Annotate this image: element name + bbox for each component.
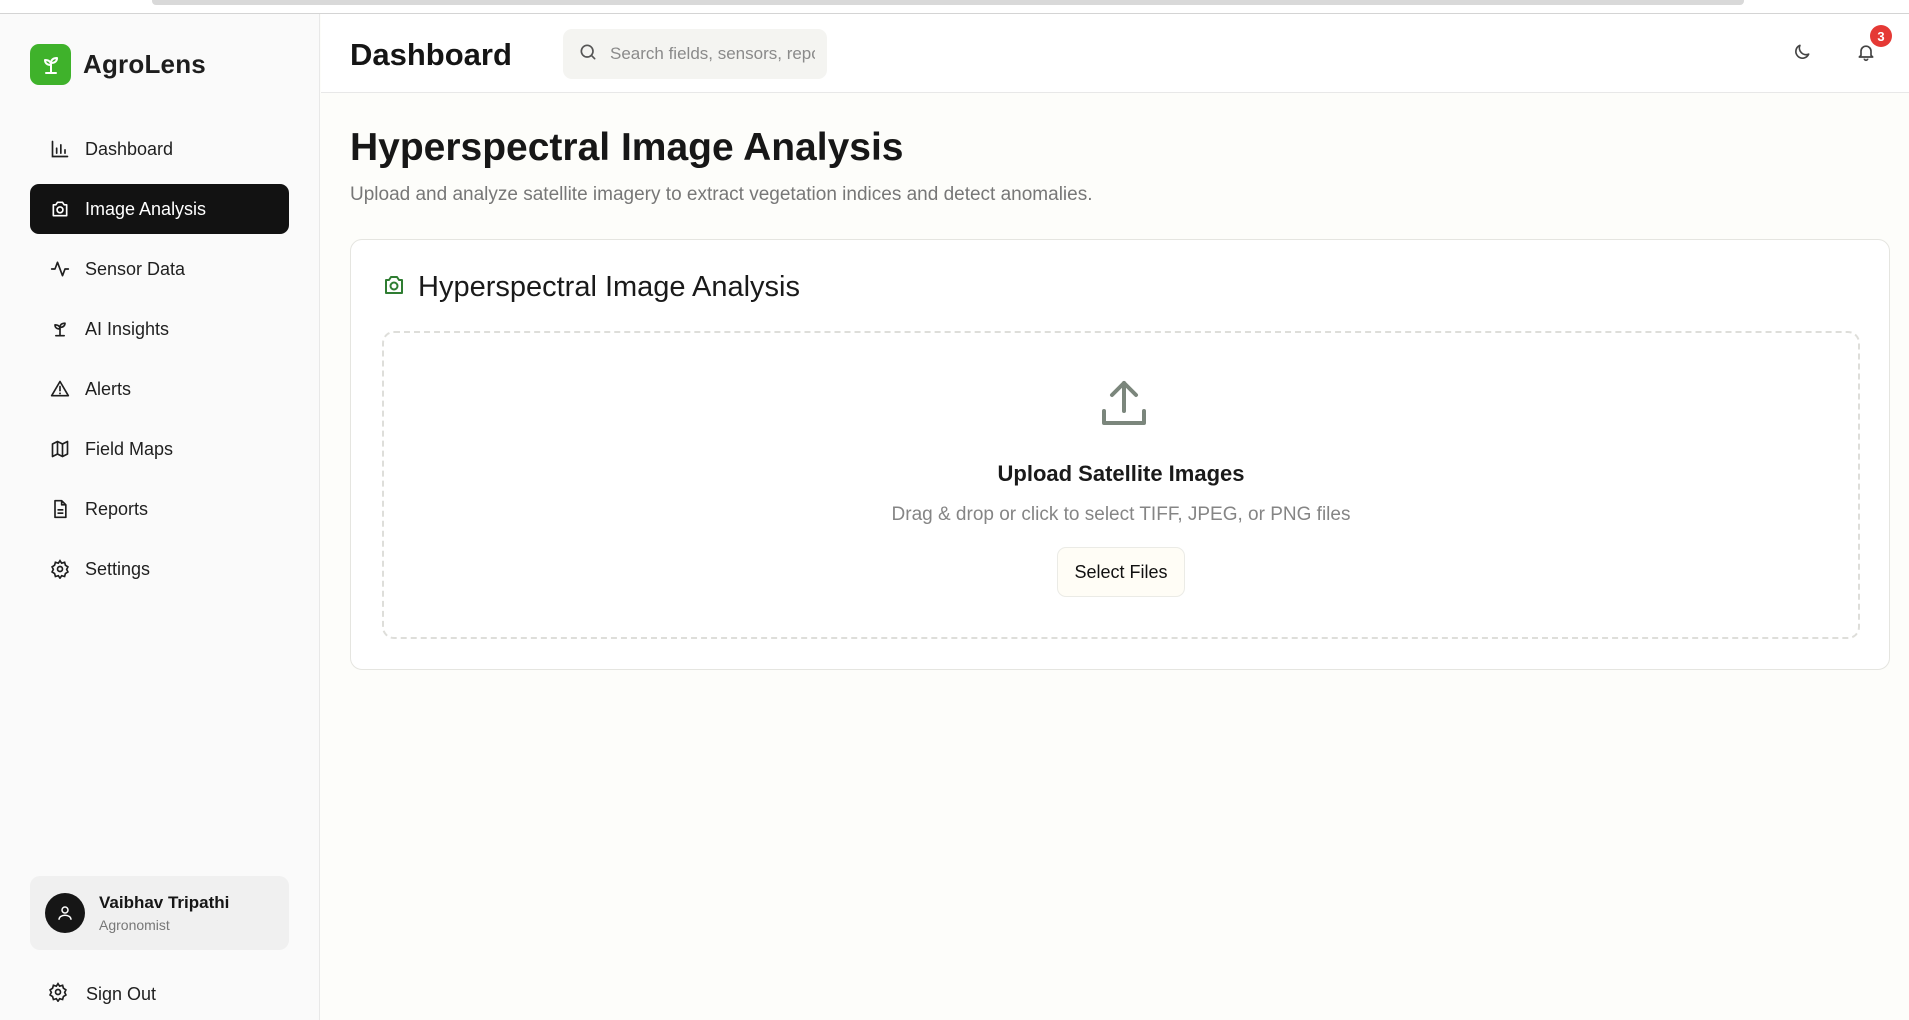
sidebar-item-label: AI Insights bbox=[85, 318, 170, 339]
camera-icon bbox=[49, 198, 71, 220]
browser-scroll-strip bbox=[0, 0, 1909, 14]
page-title: Dashboard bbox=[350, 37, 512, 72]
sidebar-nav: Dashboard Image Analysis Sensor Data AI … bbox=[30, 124, 289, 604]
gear-icon bbox=[48, 982, 68, 1007]
sprout-icon bbox=[49, 318, 71, 340]
search-box[interactable] bbox=[563, 29, 827, 79]
warning-icon bbox=[49, 378, 71, 400]
search-icon bbox=[578, 42, 598, 67]
sidebar-item-label: Dashboard bbox=[85, 138, 174, 159]
user-name: Vaibhav Tripathi bbox=[99, 893, 230, 912]
sidebar-item-alerts[interactable]: Alerts bbox=[30, 364, 289, 414]
upload-hint: Drag & drop or click to select TIFF, JPE… bbox=[891, 504, 1351, 525]
select-files-button[interactable]: Select Files bbox=[1057, 547, 1185, 597]
section-title: Hyperspectral Image Analysis bbox=[350, 126, 904, 169]
sidebar-item-label: Reports bbox=[85, 498, 149, 519]
user-role: Agronomist bbox=[99, 917, 170, 933]
upload-dropzone[interactable]: Upload Satellite Images Drag & drop or c… bbox=[382, 331, 1860, 639]
moon-icon bbox=[1792, 42, 1812, 67]
sidebar-item-label: Settings bbox=[85, 558, 151, 579]
sidebar-item-field-maps[interactable]: Field Maps bbox=[30, 424, 289, 474]
card-header: Hyperspectral Image Analysis bbox=[382, 271, 800, 304]
bell-icon bbox=[1856, 42, 1876, 67]
avatar bbox=[45, 893, 85, 933]
upload-icon bbox=[1096, 375, 1152, 431]
theme-toggle-button[interactable] bbox=[1789, 41, 1815, 67]
gear-icon bbox=[49, 558, 71, 580]
sidebar-item-dashboard[interactable]: Dashboard bbox=[30, 124, 289, 174]
sidebar-item-settings[interactable]: Settings bbox=[30, 544, 289, 594]
sidebar: AgroLens Dashboard Image Analysis Sensor… bbox=[0, 14, 320, 1020]
search-input[interactable] bbox=[610, 44, 815, 64]
sidebar-item-label: Sensor Data bbox=[85, 258, 186, 279]
user-info: Vaibhav Tripathi Agronomist bbox=[99, 893, 229, 933]
section-subtitle: Upload and analyze satellite imagery to … bbox=[350, 184, 1093, 205]
brand[interactable]: AgroLens bbox=[30, 44, 206, 85]
activity-icon bbox=[49, 258, 71, 280]
user-card[interactable]: Vaibhav Tripathi Agronomist bbox=[30, 876, 289, 950]
file-text-icon bbox=[49, 498, 71, 520]
camera-icon bbox=[382, 273, 406, 302]
browser-scrollbar[interactable] bbox=[152, 0, 1744, 5]
sidebar-item-label: Field Maps bbox=[85, 438, 174, 459]
sidebar-item-reports[interactable]: Reports bbox=[30, 484, 289, 534]
bar-chart-icon bbox=[49, 138, 71, 160]
analysis-card: Hyperspectral Image Analysis Upload Sate… bbox=[350, 239, 1890, 670]
notification-badge: 3 bbox=[1870, 25, 1892, 47]
sidebar-item-ai-insights[interactable]: AI Insights bbox=[30, 304, 289, 354]
top-header: Dashboard 3 bbox=[321, 14, 1909, 93]
sign-out-label: Sign Out bbox=[86, 984, 157, 1004]
sidebar-item-sensor-data[interactable]: Sensor Data bbox=[30, 244, 289, 294]
card-title: Hyperspectral Image Analysis bbox=[418, 271, 800, 303]
map-icon bbox=[49, 438, 71, 460]
sprout-logo-icon bbox=[30, 44, 71, 85]
brand-name: AgroLens bbox=[83, 49, 206, 79]
sign-out-button[interactable]: Sign Out bbox=[48, 982, 156, 1007]
upload-title: Upload Satellite Images bbox=[997, 461, 1245, 486]
sidebar-item-image-analysis[interactable]: Image Analysis bbox=[30, 184, 289, 234]
sidebar-item-label: Alerts bbox=[85, 378, 132, 399]
sidebar-item-label: Image Analysis bbox=[85, 198, 207, 219]
